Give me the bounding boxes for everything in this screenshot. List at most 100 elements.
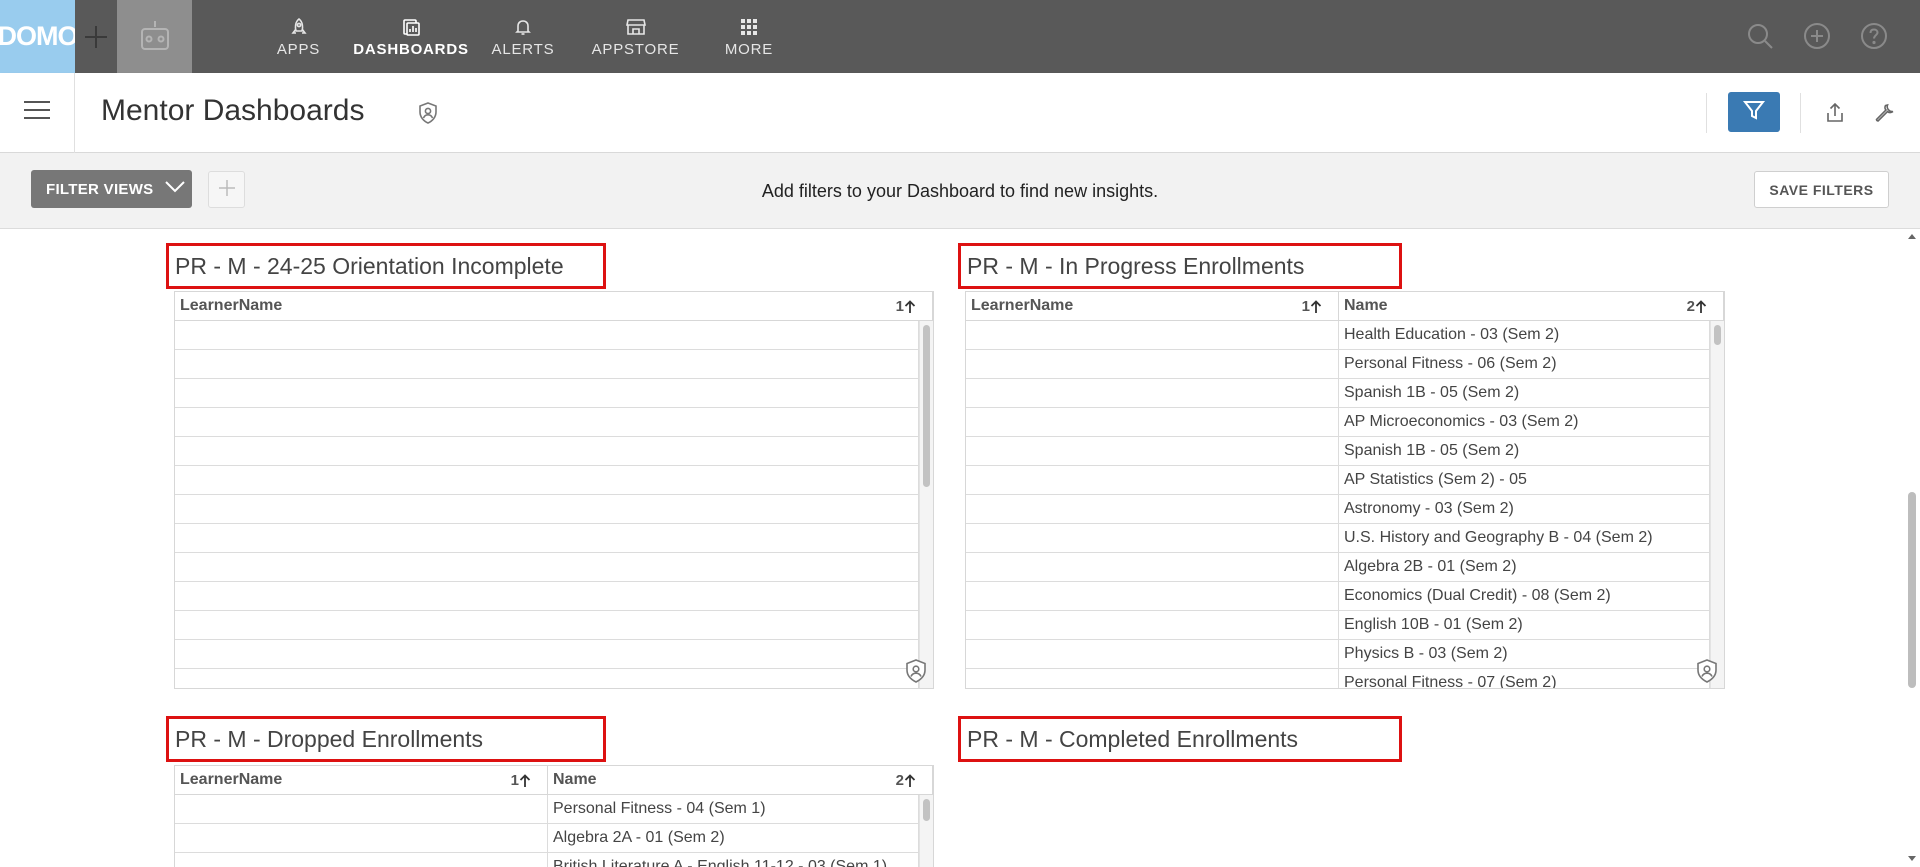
table-row[interactable] <box>175 669 919 688</box>
learnername-cell <box>175 669 919 688</box>
save-filters-button[interactable]: SAVE FILTERS <box>1754 171 1889 208</box>
bell-icon <box>513 15 533 39</box>
table-row[interactable] <box>175 379 919 408</box>
header-separator <box>1706 93 1707 133</box>
dashboard-content: PR - M - 24-25 Orientation Incomplete Le… <box>0 230 1920 867</box>
column-header-label: LearnerName <box>971 297 1074 314</box>
create-plus-circle-icon[interactable] <box>1802 21 1832 51</box>
table-row[interactable]: Algebra 2A - 01 (Sem 2) <box>175 824 919 853</box>
store-icon <box>625 15 647 39</box>
wrench-icon[interactable] <box>1873 101 1897 125</box>
table-row[interactable] <box>175 466 919 495</box>
table-row[interactable] <box>175 611 919 640</box>
table-row[interactable]: Economics (Dual Credit) - 08 (Sem 2) <box>966 582 1710 611</box>
course-name-cell: Spanish 1B - 05 (Sem 2) <box>1339 379 1710 407</box>
learnername-cell <box>966 321 1339 349</box>
table-row[interactable]: Health Education - 03 (Sem 2) <box>966 321 1710 350</box>
card-title-dropped-enrollments[interactable]: PR - M - Dropped Enrollments <box>166 716 606 762</box>
table-row[interactable]: U.S. History and Geography B - 04 (Sem 2… <box>966 524 1710 553</box>
table-row[interactable]: Algebra 2B - 01 (Sem 2) <box>966 553 1710 582</box>
table-row[interactable]: Personal Fitness - 06 (Sem 2) <box>966 350 1710 379</box>
table-scrollbar[interactable] <box>919 795 933 867</box>
learnername-cell <box>175 321 919 349</box>
table-row[interactable] <box>175 408 919 437</box>
table-row[interactable]: Physics B - 03 (Sem 2) <box>966 640 1710 669</box>
dashboard-header: Mentor Dashboards <box>0 73 1920 153</box>
course-name-cell: Personal Fitness - 07 (Sem 2) <box>1339 669 1710 688</box>
sort-ascending-indicator: 2 <box>896 772 916 789</box>
column-header-name[interactable]: Name 2 <box>1339 292 1724 321</box>
nav-apps[interactable]: APPS <box>262 0 335 73</box>
nav-more-label: MORE <box>724 41 774 58</box>
column-header-learnername[interactable]: LearnerName 1 <box>966 292 1339 321</box>
column-header-name[interactable]: Name 2 <box>548 766 933 795</box>
page-scrollbar[interactable] <box>1904 230 1920 867</box>
table-row[interactable] <box>175 437 919 466</box>
nav-more[interactable]: MORE <box>712 0 786 73</box>
nav-dashboards[interactable]: DASHBOARDS <box>353 0 468 73</box>
certified-shield-icon <box>1694 658 1720 684</box>
table-row[interactable]: AP Statistics (Sem 2) - 05 <box>966 466 1710 495</box>
learnername-cell <box>966 495 1339 523</box>
column-header-learnername[interactable]: LearnerName 1 <box>175 766 548 795</box>
share-export-icon[interactable] <box>1823 101 1847 125</box>
table-row[interactable] <box>175 495 919 524</box>
table-row[interactable]: Personal Fitness - 04 (Sem 1) <box>175 795 919 824</box>
top-navigation-bar: DOMO APPS DASHBOARDS ALERTS APPSTORE MOR… <box>0 0 1920 73</box>
course-name-cell: U.S. History and Geography B - 04 (Sem 2… <box>1339 524 1710 552</box>
table-row[interactable]: Astronomy - 03 (Sem 2) <box>966 495 1710 524</box>
table-row[interactable] <box>175 350 919 379</box>
table-row[interactable] <box>175 582 919 611</box>
table-row[interactable]: English 10B - 01 (Sem 2) <box>966 611 1710 640</box>
table-row[interactable] <box>175 321 919 350</box>
certified-shield-icon[interactable] <box>416 101 440 125</box>
card-title-in-progress-enrollments[interactable]: PR - M - In Progress Enrollments <box>958 243 1402 289</box>
learnername-cell <box>966 524 1339 552</box>
course-name-cell: Physics B - 03 (Sem 2) <box>1339 640 1710 668</box>
card-title-orientation-incomplete[interactable]: PR - M - 24-25 Orientation Incomplete <box>166 243 606 289</box>
table-row[interactable]: Spanish 1B - 05 (Sem 2) <box>966 379 1710 408</box>
table-row[interactable]: Personal Fitness - 07 (Sem 2) <box>966 669 1710 688</box>
table-scrollbar[interactable] <box>919 321 933 688</box>
scroll-down-arrow-icon <box>1908 856 1916 861</box>
learnername-cell <box>966 553 1339 581</box>
learnername-cell <box>175 379 919 407</box>
course-name-cell: Algebra 2A - 01 (Sem 2) <box>548 824 919 852</box>
robot-assistant-icon[interactable] <box>117 0 192 73</box>
learnername-cell <box>966 379 1339 407</box>
table-row[interactable] <box>175 553 919 582</box>
table-row[interactable]: AP Microeconomics - 03 (Sem 2) <box>966 408 1710 437</box>
table-row[interactable] <box>175 640 919 669</box>
learnername-cell <box>175 495 919 523</box>
nav-appstore[interactable]: APPSTORE <box>588 0 683 73</box>
table-scrollbar[interactable] <box>1710 321 1724 688</box>
header-separator <box>1800 93 1801 133</box>
learnername-cell <box>175 611 919 639</box>
table-row[interactable]: Spanish 1B - 05 (Sem 2) <box>966 437 1710 466</box>
card-title-completed-enrollments[interactable]: PR - M - Completed Enrollments <box>958 716 1402 762</box>
nav-apps-label: APPS <box>276 41 321 58</box>
learnername-cell <box>175 437 919 465</box>
domo-logo[interactable]: DOMO <box>0 0 75 73</box>
search-icon[interactable] <box>1745 21 1775 51</box>
filter-button[interactable] <box>1728 92 1780 132</box>
course-name-cell: Personal Fitness - 06 (Sem 2) <box>1339 350 1710 378</box>
nav-alerts[interactable]: ALERTS <box>487 0 559 73</box>
table-in-progress-enrollments: LearnerName 1 Name 2 Health Education - … <box>965 291 1725 689</box>
learnername-cell <box>175 640 919 668</box>
hamburger-menu-icon[interactable] <box>24 101 50 123</box>
learnername-cell <box>966 408 1339 436</box>
table-row[interactable] <box>175 524 919 553</box>
learnername-cell <box>966 350 1339 378</box>
column-header-learnername[interactable]: LearnerName 1 <box>175 292 933 321</box>
learnername-cell <box>966 611 1339 639</box>
sort-ascending-indicator: 1 <box>511 772 531 789</box>
add-icon[interactable] <box>75 0 117 73</box>
column-header-label: Name <box>553 771 597 788</box>
help-icon[interactable] <box>1859 21 1889 51</box>
learnername-cell <box>175 553 919 581</box>
funnel-icon <box>1742 98 1766 126</box>
learnername-cell <box>175 824 548 852</box>
table-row[interactable]: British Literature A - English 11-12 - 0… <box>175 853 919 867</box>
header-divider <box>74 73 75 153</box>
